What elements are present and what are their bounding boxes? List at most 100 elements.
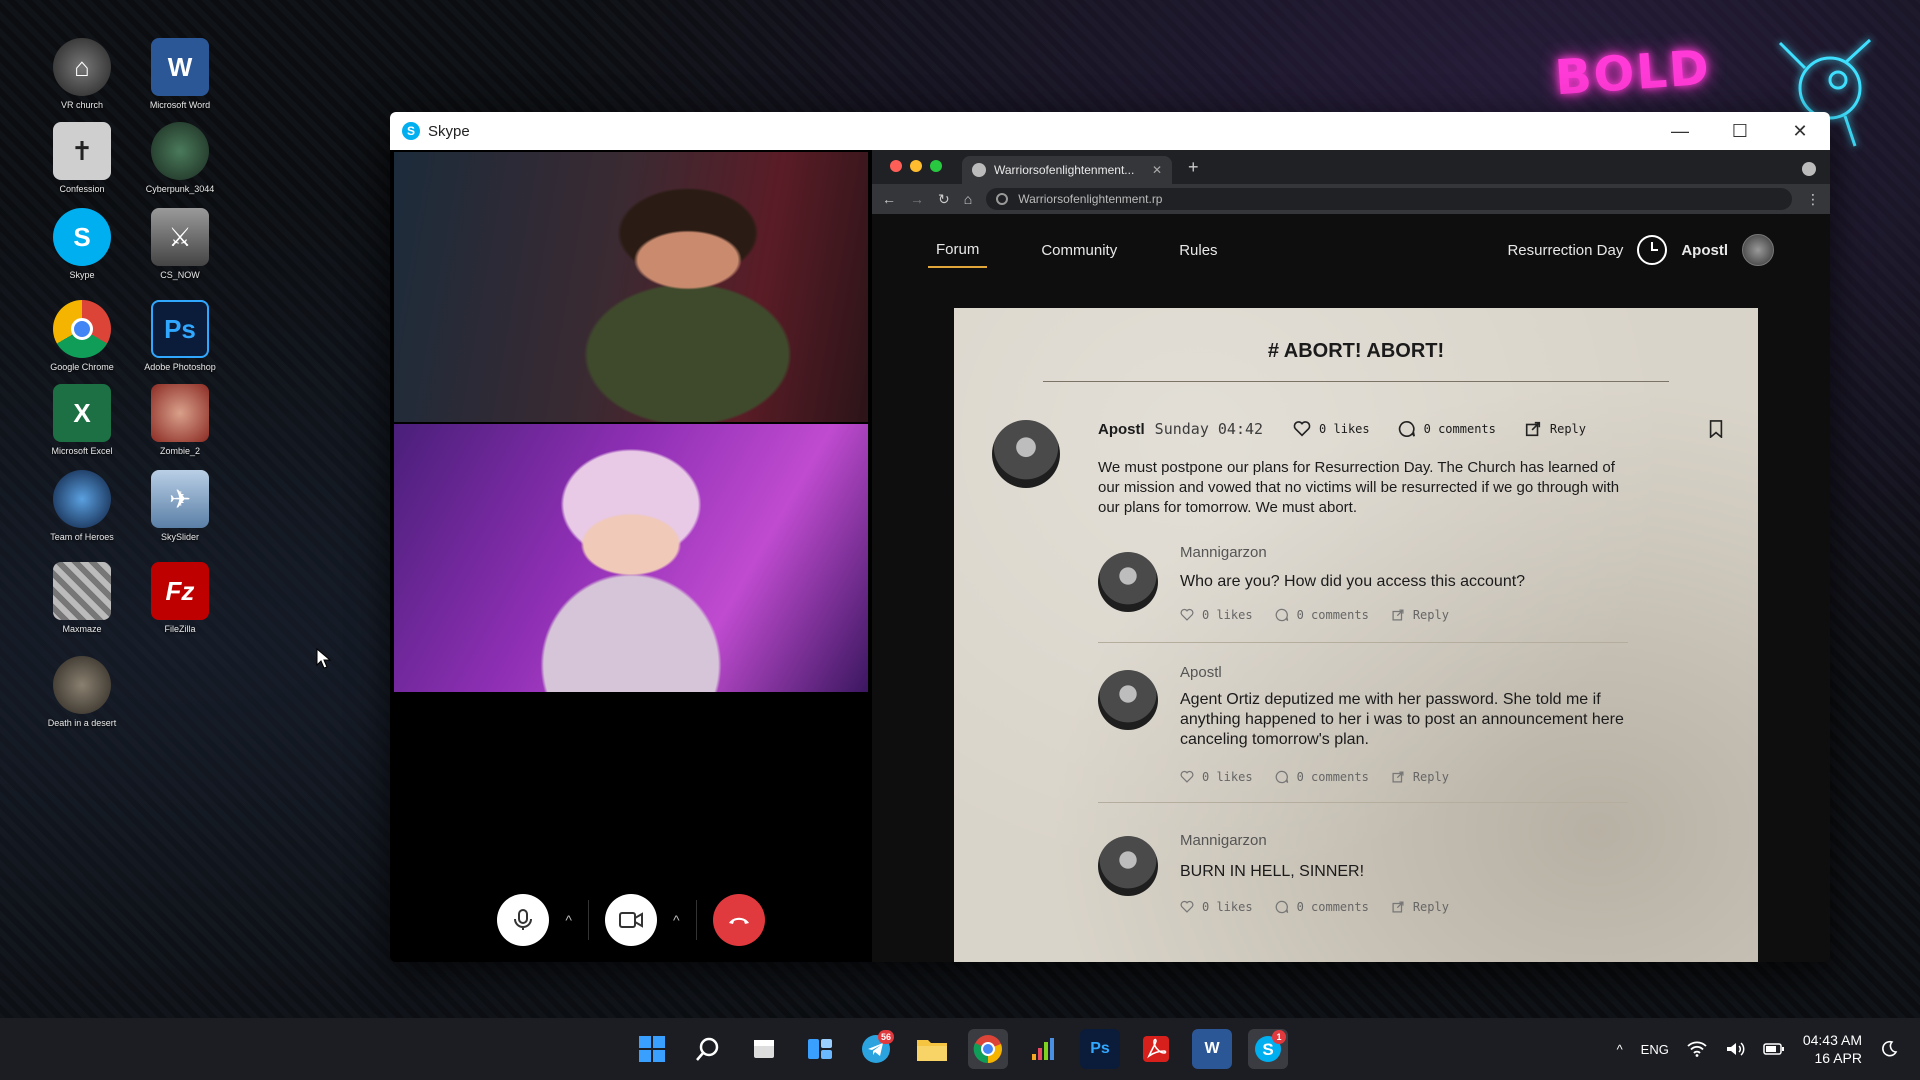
event-label[interactable]: Resurrection Day bbox=[1507, 242, 1623, 259]
reply-button[interactable]: Reply bbox=[1391, 770, 1449, 784]
forward-arrow-icon[interactable]: → bbox=[910, 191, 924, 207]
desktop-icon-maxmaze[interactable]: Maxmaze bbox=[34, 562, 130, 635]
desktop-icon-cyberpunk[interactable]: Cyberpunk_3044 bbox=[132, 122, 228, 195]
bookmark-icon bbox=[1709, 420, 1723, 438]
nav-rules[interactable]: Rules bbox=[1171, 234, 1225, 267]
desktop-icon-excel[interactable]: X Microsoft Excel bbox=[34, 384, 130, 457]
reply-button[interactable]: Reply bbox=[1391, 900, 1449, 914]
like-button[interactable]: 0 likes bbox=[1293, 420, 1370, 438]
tab-search-icon[interactable] bbox=[1802, 162, 1816, 176]
participant-video-1[interactable] bbox=[394, 152, 868, 422]
camera-button[interactable] bbox=[605, 894, 657, 946]
like-button[interactable]: 0 likes bbox=[1180, 770, 1253, 784]
site-info-icon[interactable] bbox=[996, 193, 1009, 205]
wifi-icon[interactable] bbox=[1687, 1041, 1707, 1057]
post-card: # ABORT! ABORT! Apostl Sunday 04:42 0 li… bbox=[954, 308, 1758, 962]
reply-label: Reply bbox=[1549, 422, 1586, 436]
zoom-dot[interactable] bbox=[930, 160, 942, 172]
language-indicator[interactable]: ENG bbox=[1641, 1042, 1669, 1057]
microphone-button[interactable] bbox=[497, 894, 550, 946]
acrobat-button[interactable] bbox=[1136, 1029, 1176, 1069]
taskbar-apps: 56 Ps W S 1 bbox=[632, 1029, 1288, 1069]
commenter-avatar[interactable] bbox=[1098, 552, 1158, 612]
desktop-icon-team-of-heroes[interactable]: Team of Heroes bbox=[34, 470, 130, 543]
back-arrow-icon[interactable]: ← bbox=[882, 191, 896, 207]
like-button[interactable]: 0 likes bbox=[1180, 900, 1253, 914]
taskbar-clock[interactable]: 04:43 AM 16 APR bbox=[1803, 1031, 1862, 1067]
commenter-avatar[interactable] bbox=[1098, 670, 1158, 730]
camera-options-chevron-icon[interactable]: ^ bbox=[673, 912, 680, 928]
reload-icon[interactable]: ↻ bbox=[938, 191, 950, 208]
comments-button[interactable]: 0 comments bbox=[1275, 900, 1369, 914]
close-button[interactable]: ✕ bbox=[1770, 112, 1830, 150]
chrome-taskbar-button[interactable] bbox=[968, 1029, 1008, 1069]
desktop-icon-filezilla[interactable]: Fz FileZilla bbox=[132, 562, 228, 635]
acrobat-icon bbox=[1143, 1036, 1169, 1062]
deezer-button[interactable] bbox=[1024, 1029, 1064, 1069]
comments-count: 0 comments bbox=[1296, 770, 1369, 784]
end-call-button[interactable] bbox=[712, 894, 765, 946]
reply-button[interactable]: Reply bbox=[1391, 608, 1449, 622]
start-button[interactable] bbox=[632, 1029, 672, 1069]
desktop-icon-death-in-a-desert[interactable]: Death in a desert bbox=[34, 656, 130, 729]
widgets-button[interactable] bbox=[800, 1029, 840, 1069]
desktop-icon-word[interactable]: W Microsoft Word bbox=[132, 38, 228, 111]
minimize-dot[interactable] bbox=[910, 160, 922, 172]
home-icon[interactable]: ⌂ bbox=[964, 191, 972, 207]
address-bar[interactable]: Warriorsofenlightenment.rp bbox=[986, 188, 1792, 210]
battery-icon[interactable] bbox=[1763, 1042, 1785, 1056]
username[interactable]: Apostl bbox=[1681, 242, 1728, 259]
desktop-icon-zombie[interactable]: Zombie_2 bbox=[132, 384, 228, 457]
bookmark-button[interactable] bbox=[1707, 420, 1725, 443]
desktop-icon-label: CS_NOW bbox=[160, 270, 200, 280]
skype-taskbar-button[interactable]: S 1 bbox=[1248, 1029, 1288, 1069]
chevron-up-icon[interactable]: ^ bbox=[1617, 1042, 1623, 1057]
nav-forum[interactable]: Forum bbox=[928, 233, 988, 268]
search-icon bbox=[696, 1037, 719, 1061]
desktop-icon-skype[interactable]: S Skype bbox=[34, 208, 130, 281]
word-taskbar-button[interactable]: W bbox=[1192, 1029, 1232, 1069]
maximize-button[interactable]: ☐ bbox=[1710, 112, 1770, 150]
mic-options-chevron-icon[interactable]: ^ bbox=[565, 912, 572, 928]
user-avatar[interactable] bbox=[1742, 234, 1774, 266]
browser-menu-icon[interactable]: ⋮ bbox=[1806, 191, 1820, 208]
photoshop-taskbar-button[interactable]: Ps bbox=[1080, 1029, 1120, 1069]
word-icon: W bbox=[1204, 1040, 1220, 1057]
comment-author[interactable]: Mannigarzon bbox=[1180, 544, 1267, 561]
excel-icon: X bbox=[53, 384, 111, 442]
reply-button[interactable]: Reply bbox=[1524, 420, 1586, 438]
desktop-icon-label: Adobe Photoshop bbox=[144, 362, 216, 372]
call-controls: ^ ^ bbox=[390, 894, 872, 946]
comments-button[interactable]: 0 comments bbox=[1275, 770, 1369, 784]
search-button[interactable] bbox=[688, 1029, 728, 1069]
moon-icon[interactable] bbox=[1880, 1040, 1898, 1058]
task-view-button[interactable] bbox=[744, 1029, 784, 1069]
like-button[interactable]: 0 likes bbox=[1180, 608, 1253, 622]
minimize-button[interactable]: — bbox=[1650, 112, 1710, 150]
volume-icon[interactable] bbox=[1725, 1041, 1745, 1057]
comments-button[interactable]: 0 comments bbox=[1398, 420, 1496, 438]
commenter-avatar[interactable] bbox=[1098, 836, 1158, 896]
telegram-button[interactable]: 56 bbox=[856, 1029, 896, 1069]
desktop-icon-chrome[interactable]: Google Chrome bbox=[34, 300, 130, 373]
comments-button[interactable]: 0 comments bbox=[1275, 608, 1369, 622]
new-tab-button[interactable]: + bbox=[1188, 157, 1199, 178]
file-explorer-button[interactable] bbox=[912, 1029, 952, 1069]
comment-author[interactable]: Mannigarzon bbox=[1180, 832, 1267, 849]
reply-label: Reply bbox=[1412, 900, 1449, 914]
author-avatar[interactable] bbox=[992, 420, 1060, 488]
comment-author[interactable]: Apostl bbox=[1180, 664, 1222, 681]
desktop-icon-vr-church[interactable]: ⌂ VR church bbox=[34, 38, 130, 111]
desktop-icon-cs-now[interactable]: ⚔ CS_NOW bbox=[132, 208, 228, 281]
clock-icon[interactable] bbox=[1637, 235, 1668, 265]
task-view-icon bbox=[754, 1040, 774, 1058]
close-dot[interactable] bbox=[890, 160, 902, 172]
desktop-icon-skyslider[interactable]: ✈ SkySlider bbox=[132, 470, 228, 543]
browser-tab[interactable]: Warriorsofenlightenment... ✕ bbox=[962, 156, 1172, 184]
close-tab-icon[interactable]: ✕ bbox=[1152, 163, 1162, 177]
nav-community[interactable]: Community bbox=[1033, 234, 1125, 267]
participant-video-2[interactable] bbox=[394, 424, 868, 692]
desktop-icon-confession[interactable]: ✝ Confession bbox=[34, 122, 130, 195]
post-author[interactable]: Apostl bbox=[1098, 421, 1145, 438]
desktop-icon-photoshop[interactable]: Ps Adobe Photoshop bbox=[132, 300, 228, 373]
